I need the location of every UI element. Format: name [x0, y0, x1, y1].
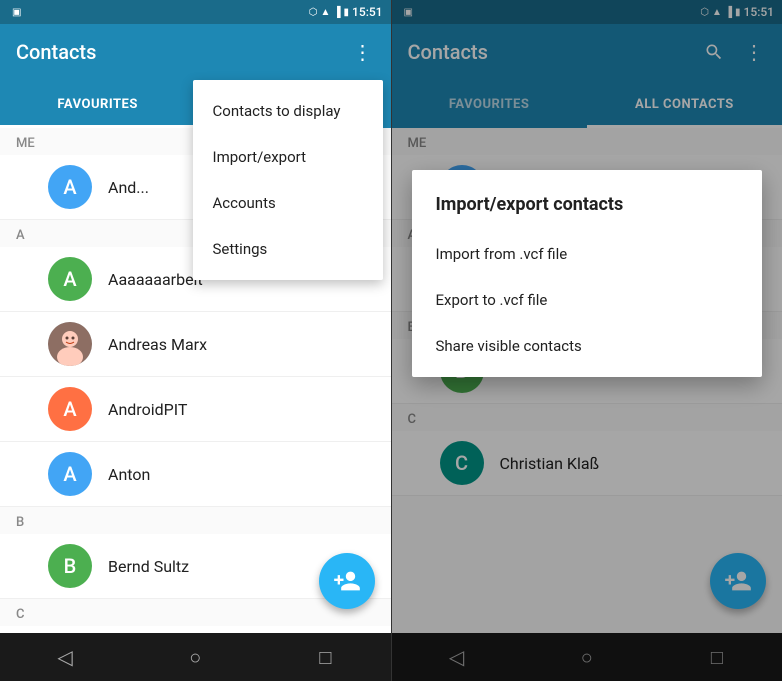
- avatar-aaaaaaarbeit: A: [48, 257, 92, 301]
- contact-name-anton: Anton: [108, 465, 150, 484]
- wifi-icon: ▲: [321, 7, 331, 18]
- contact-item-christian[interactable]: C Christian Klaß: [0, 626, 391, 633]
- avatar-andreas-marx: [48, 322, 92, 366]
- import-export-dialog: Import/export contacts Import from .vcf …: [412, 170, 763, 377]
- dropdown-menu: Contacts to display Import/export Accoun…: [193, 80, 383, 280]
- dialog-title: Import/export contacts: [412, 194, 763, 231]
- battery-icon: ▮: [344, 7, 350, 18]
- menu-item-import-export[interactable]: Import/export: [193, 134, 383, 180]
- status-time: 15:51: [352, 5, 382, 19]
- contact-name-aaaaaaarbeit: Aaaaaaarbeit: [108, 270, 203, 289]
- status-icons-right: ⬡ ▲ ▐ ▮ 15:51: [309, 5, 383, 19]
- avatar-me: A: [48, 165, 92, 209]
- menu-item-contacts-to-display[interactable]: Contacts to display: [193, 88, 383, 134]
- avatar-androidpit: A: [48, 387, 92, 431]
- nav-bar-left: ◁ ○ □: [0, 633, 391, 681]
- contact-item-andreas-marx[interactable]: Andreas Marx: [0, 312, 391, 377]
- contact-item-anton[interactable]: A Anton: [0, 442, 391, 507]
- sim-icon: ▣: [12, 7, 21, 18]
- dialog-item-import[interactable]: Import from .vcf file: [412, 231, 763, 277]
- home-button[interactable]: ○: [175, 637, 215, 677]
- left-screen: ▣ ⬡ ▲ ▐ ▮ 15:51 Contacts ⋮ FAVOURITES AL…: [0, 0, 391, 681]
- overflow-menu-button[interactable]: ⋮: [351, 40, 375, 64]
- dialog-item-share[interactable]: Share visible contacts: [412, 323, 763, 369]
- status-bar-left: ▣ ⬡ ▲ ▐ ▮ 15:51: [0, 0, 391, 24]
- fab-add-contact[interactable]: [319, 553, 375, 609]
- person-add-icon: [333, 567, 361, 595]
- avatar-photo-svg: [48, 322, 92, 366]
- contact-name-bernd: Bernd Sultz: [108, 557, 189, 576]
- cast-icon: ⬡: [309, 7, 318, 18]
- app-title: Contacts: [16, 40, 351, 64]
- avatar-anton: A: [48, 452, 92, 496]
- section-b: B: [0, 507, 391, 534]
- contact-name-androidpit: AndroidPIT: [108, 400, 187, 419]
- back-button[interactable]: ◁: [45, 637, 85, 677]
- menu-item-accounts[interactable]: Accounts: [193, 180, 383, 226]
- status-icons-left: ▣: [8, 7, 21, 18]
- app-bar: Contacts ⋮: [0, 24, 391, 80]
- tab-favourites[interactable]: FAVOURITES: [0, 80, 195, 128]
- signal-icon: ▐: [333, 7, 340, 18]
- dialog-item-export[interactable]: Export to .vcf file: [412, 277, 763, 323]
- contact-name-me: And...: [108, 178, 149, 197]
- avatar-bernd: B: [48, 544, 92, 588]
- contact-name-andreas-marx: Andreas Marx: [108, 335, 207, 354]
- contact-item-androidpit[interactable]: A AndroidPIT: [0, 377, 391, 442]
- recent-button[interactable]: □: [305, 637, 345, 677]
- menu-item-settings[interactable]: Settings: [193, 226, 383, 272]
- app-bar-icons: ⋮: [351, 40, 375, 64]
- right-screen: ▣ ⬡ ▲ ▐ ▮ 15:51 Contacts ⋮ FAVOURITES AL…: [392, 0, 782, 681]
